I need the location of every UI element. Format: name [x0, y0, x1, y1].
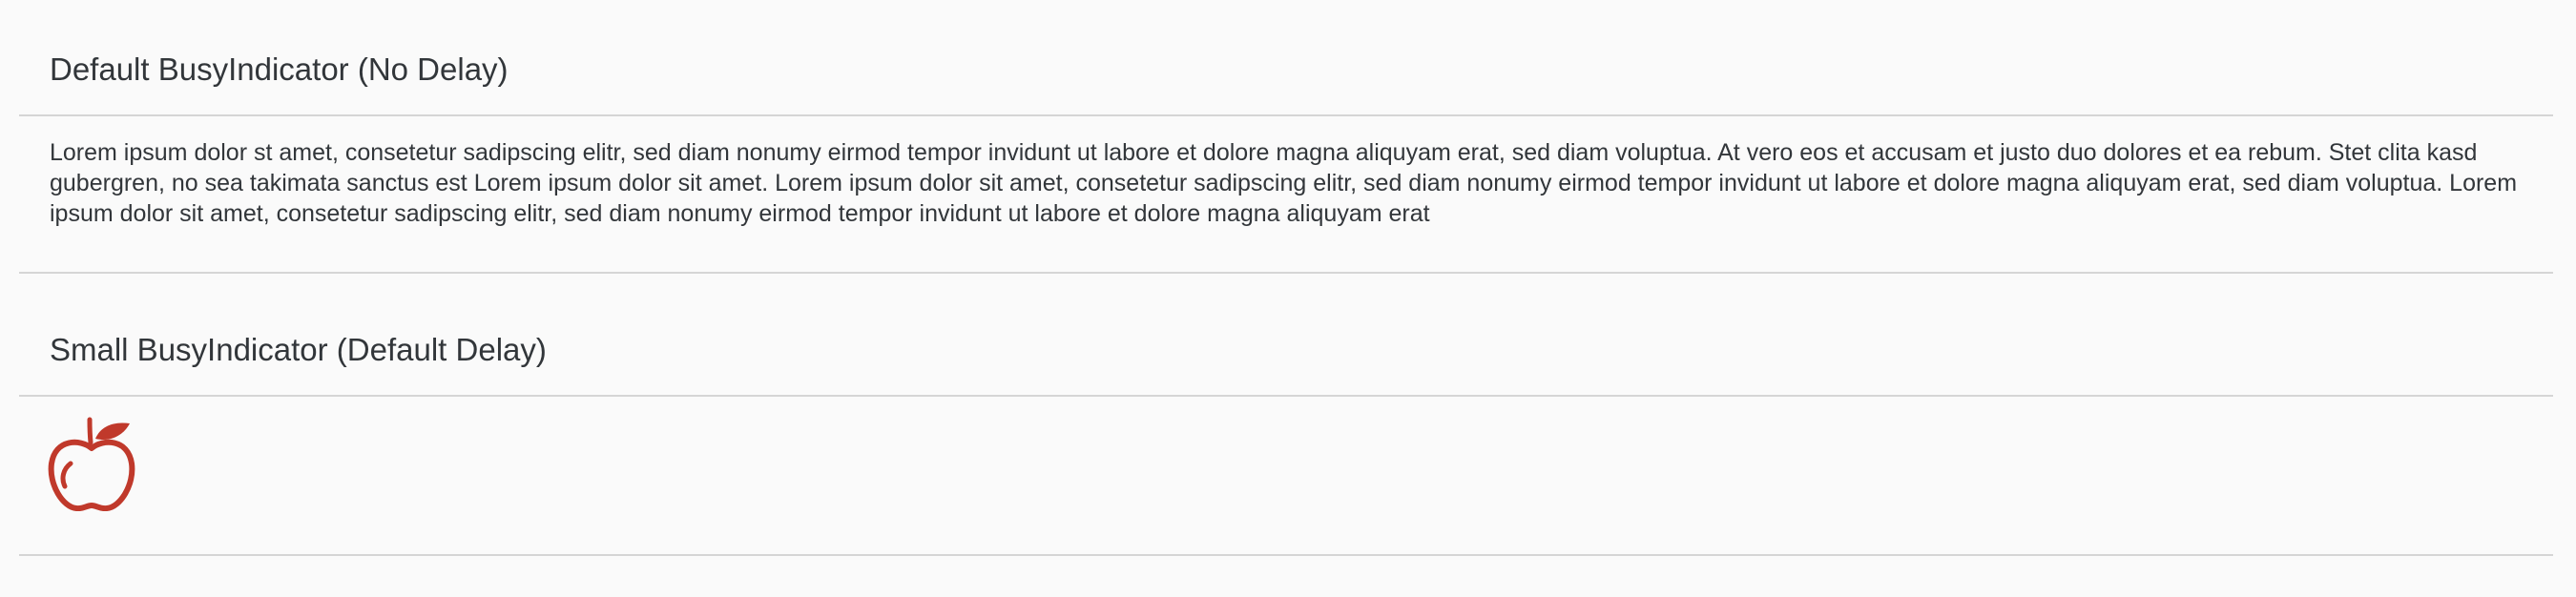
apple-icon	[48, 416, 135, 512]
section-divider	[19, 395, 2553, 397]
section-divider	[19, 114, 2553, 116]
section-title-default-busy-indicator: Default BusyIndicator (No Delay)	[50, 51, 509, 87]
busy-indicator-content-text: Lorem ipsum dolor st amet, consetetur sa…	[50, 139, 2518, 227]
section-divider	[19, 554, 2553, 556]
section-title-small-busy-indicator: Small BusyIndicator (Default Delay)	[50, 332, 547, 367]
section-divider	[19, 272, 2553, 274]
